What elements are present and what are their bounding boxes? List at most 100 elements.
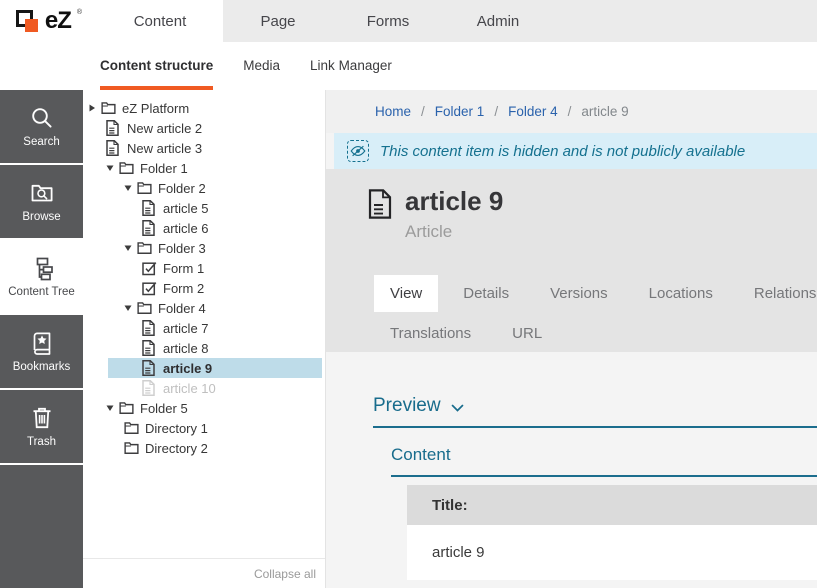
content-type-label: Article bbox=[405, 222, 503, 242]
content-header: article 9 Article View Details Versions … bbox=[326, 169, 817, 352]
tree-item-label: Directory 2 bbox=[145, 441, 208, 456]
content-tab-bar: View Details Versions Locations Relation… bbox=[374, 275, 817, 355]
tab-versions[interactable]: Versions bbox=[534, 275, 624, 312]
sidebar-item-label: Search bbox=[23, 137, 59, 149]
sidebar-filler bbox=[0, 465, 83, 588]
secondary-nav: Content structure Media Link Manager bbox=[0, 42, 817, 90]
article-icon bbox=[106, 120, 121, 136]
app-logo[interactable]: eZ ® bbox=[0, 0, 97, 42]
tree-item-form-1[interactable]: Form 1 bbox=[83, 258, 325, 278]
folder-icon bbox=[124, 420, 139, 436]
tree-item-new-article-2[interactable]: New article 2 bbox=[83, 118, 325, 138]
breadcrumb-link-folder-4[interactable]: Folder 4 bbox=[508, 104, 558, 119]
field-value-title: article 9 bbox=[407, 525, 817, 580]
bookmarks-icon bbox=[29, 330, 55, 356]
tree-item-new-article-3[interactable]: New article 3 bbox=[83, 138, 325, 158]
logo-text: eZ bbox=[45, 9, 71, 33]
content-section-label: Content bbox=[391, 428, 817, 477]
sidebar-item-search[interactable]: Search bbox=[0, 90, 83, 163]
folder-icon bbox=[101, 100, 116, 116]
chevron-down-icon bbox=[451, 404, 464, 412]
tree-item-label: Folder 4 bbox=[158, 301, 206, 316]
tree-item-label: article 7 bbox=[163, 321, 209, 336]
logo-orange-square bbox=[25, 19, 38, 32]
hidden-eye-icon bbox=[347, 140, 369, 162]
trash-icon bbox=[29, 405, 55, 431]
tree-item-folder-2[interactable]: Folder 2 bbox=[83, 178, 325, 198]
article-icon bbox=[142, 220, 157, 236]
tree-item-label: Form 2 bbox=[163, 281, 204, 296]
sidebar-item-bookmarks[interactable]: Bookmarks bbox=[0, 315, 83, 388]
folder-icon bbox=[137, 180, 152, 196]
sidebar-item-trash[interactable]: Trash bbox=[0, 390, 83, 463]
breadcrumb: Home / Folder 1 / Folder 4 / article 9 bbox=[326, 90, 817, 133]
chevron-down-icon[interactable] bbox=[106, 164, 114, 172]
breadcrumb-separator: / bbox=[568, 104, 572, 119]
tree-item-folder-5[interactable]: Folder 5 bbox=[83, 398, 325, 418]
tree-item-label: eZ Platform bbox=[122, 101, 189, 116]
tab-view[interactable]: View bbox=[374, 275, 438, 312]
hidden-content-alert: This content item is hidden and is not p… bbox=[334, 133, 817, 169]
tab-details[interactable]: Details bbox=[447, 275, 525, 312]
main-content-area: Home / Folder 1 / Folder 4 / article 9 T… bbox=[326, 90, 817, 588]
tab-url[interactable]: URL bbox=[496, 315, 558, 352]
tree-item-directory-2[interactable]: Directory 2 bbox=[83, 438, 325, 458]
tab-relations[interactable]: Relations bbox=[738, 275, 817, 312]
tree-item-folder-3[interactable]: Folder 3 bbox=[83, 238, 325, 258]
search-icon bbox=[29, 105, 55, 131]
tab-locations[interactable]: Locations bbox=[633, 275, 729, 312]
form-icon bbox=[142, 280, 157, 296]
tree-item-directory-1[interactable]: Directory 1 bbox=[83, 418, 325, 438]
tree-item-label: article 10 bbox=[163, 381, 216, 396]
alert-message: This content item is hidden and is not p… bbox=[380, 143, 745, 160]
content-tree-icon bbox=[29, 255, 55, 281]
tree-item-article-8[interactable]: article 8 bbox=[83, 338, 325, 358]
sidebar-item-browse[interactable]: Browse bbox=[0, 165, 83, 238]
article-icon bbox=[142, 320, 157, 336]
tree-item-folder-4[interactable]: Folder 4 bbox=[83, 298, 325, 318]
subnav-content-structure[interactable]: Content structure bbox=[100, 42, 213, 90]
page-title: article 9 bbox=[405, 187, 503, 216]
article-type-icon bbox=[368, 189, 392, 219]
tree-item-article-7[interactable]: article 7 bbox=[83, 318, 325, 338]
sidebar-item-content-tree[interactable]: Content Tree bbox=[0, 240, 83, 313]
tree-item-form-2[interactable]: Form 2 bbox=[83, 278, 325, 298]
chevron-down-icon[interactable] bbox=[124, 244, 132, 252]
chevron-right-icon[interactable] bbox=[88, 104, 96, 112]
tree-item-article-6[interactable]: article 6 bbox=[83, 218, 325, 238]
tree-item-ez-platform[interactable]: eZ Platform bbox=[83, 98, 325, 118]
tree-item-article-10-hidden[interactable]: article 10 bbox=[83, 378, 325, 398]
tree-item-label: Directory 1 bbox=[145, 421, 208, 436]
main-tab-page[interactable]: Page bbox=[223, 0, 333, 42]
chevron-down-icon[interactable] bbox=[124, 184, 132, 192]
folder-icon bbox=[119, 160, 134, 176]
main-tab-admin[interactable]: Admin bbox=[443, 0, 553, 42]
form-icon bbox=[142, 260, 157, 276]
tree-item-label: Folder 5 bbox=[140, 401, 188, 416]
chevron-down-icon[interactable] bbox=[106, 404, 114, 412]
preview-section-header[interactable]: Preview bbox=[373, 352, 817, 428]
collapse-all-button[interactable]: Collapse all bbox=[83, 558, 325, 588]
tree-item-label: Folder 2 bbox=[158, 181, 206, 196]
browse-icon bbox=[29, 180, 55, 206]
tree-item-label: article 8 bbox=[163, 341, 209, 356]
article-icon bbox=[142, 340, 157, 356]
article-icon bbox=[142, 200, 157, 216]
breadcrumb-link-folder-1[interactable]: Folder 1 bbox=[435, 104, 485, 119]
subnav-link-manager[interactable]: Link Manager bbox=[310, 42, 392, 90]
tree-item-article-5[interactable]: article 5 bbox=[83, 198, 325, 218]
chevron-down-icon[interactable] bbox=[124, 304, 132, 312]
breadcrumb-separator: / bbox=[421, 104, 425, 119]
breadcrumb-current-item: article 9 bbox=[581, 104, 628, 119]
subnav-media[interactable]: Media bbox=[243, 42, 280, 90]
folder-icon bbox=[119, 400, 134, 416]
tree-item-label: Form 1 bbox=[163, 261, 204, 276]
main-tab-content[interactable]: Content bbox=[97, 0, 223, 42]
breadcrumb-link-home[interactable]: Home bbox=[375, 104, 411, 119]
folder-icon bbox=[124, 440, 139, 456]
tab-translations[interactable]: Translations bbox=[374, 315, 487, 352]
tree-item-folder-1[interactable]: Folder 1 bbox=[83, 158, 325, 178]
sidebar-item-label: Content Tree bbox=[8, 287, 74, 299]
tree-item-article-9-selected[interactable]: article 9 bbox=[83, 358, 325, 378]
main-tab-forms[interactable]: Forms bbox=[333, 0, 443, 42]
